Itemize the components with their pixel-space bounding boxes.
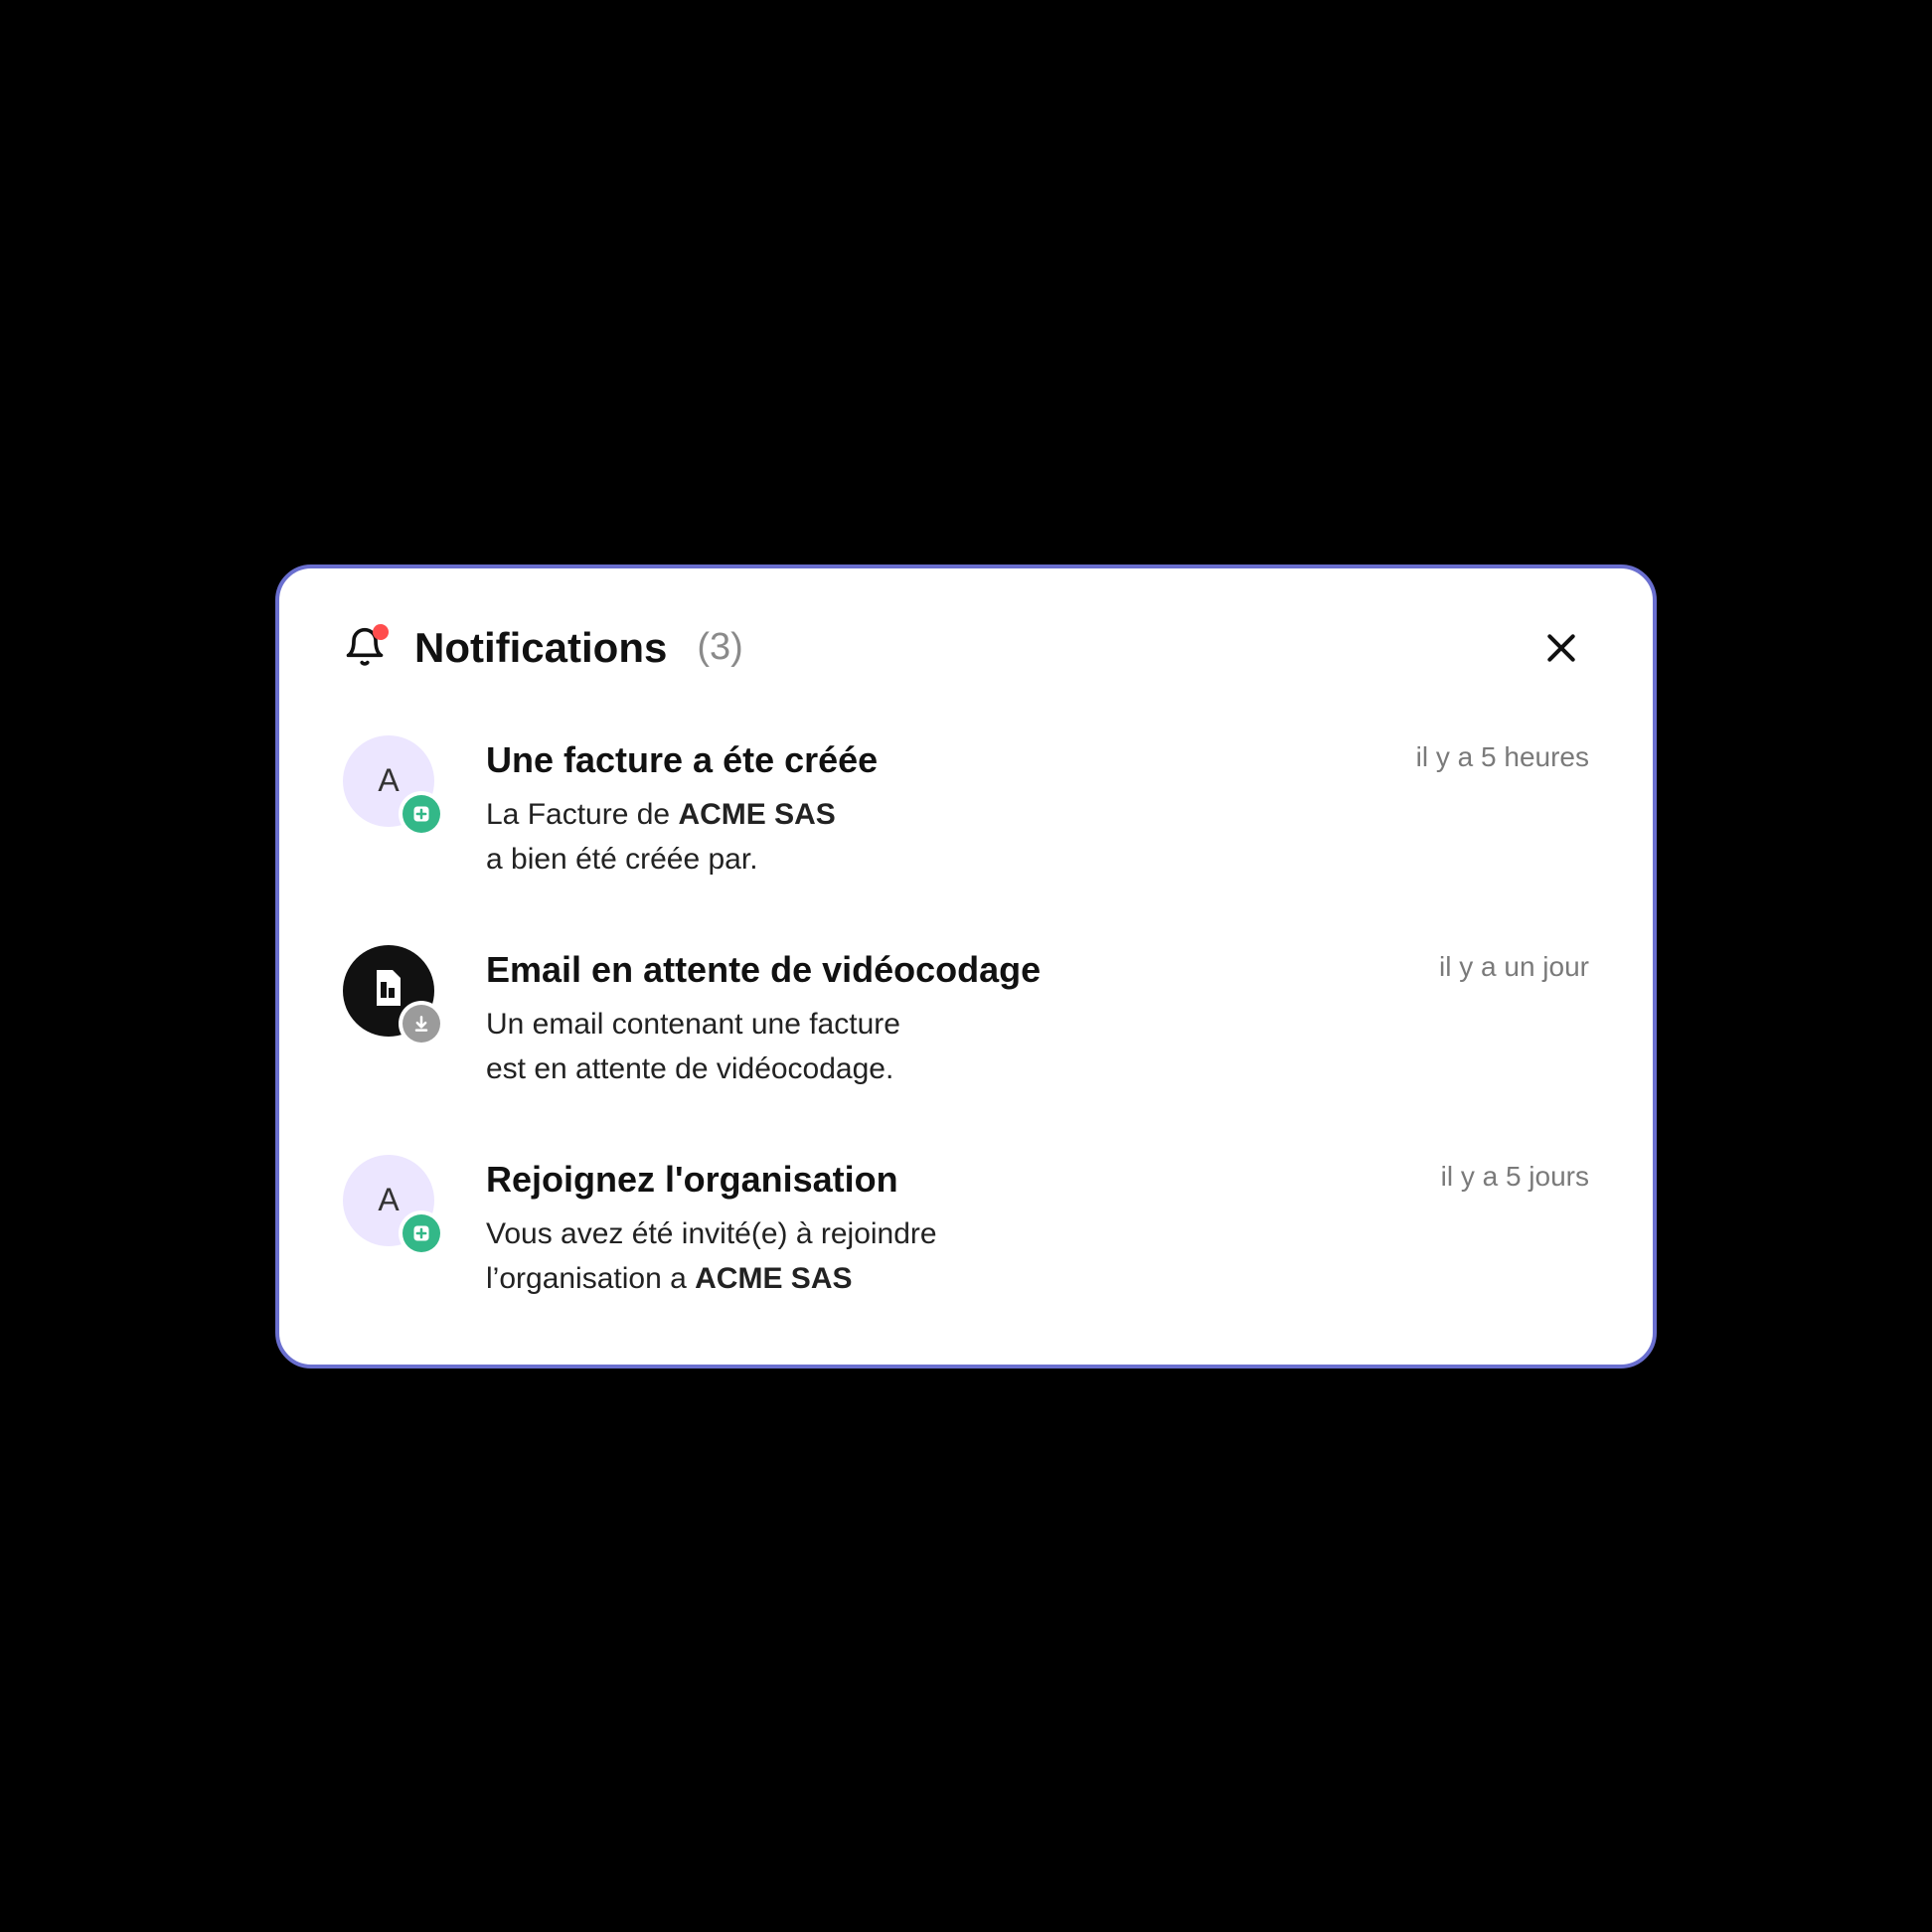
panel-header: Notifications (3) [343,624,1589,672]
notification-body-text: est en attente de vidéocodage. [486,1052,893,1085]
notification-title: Email en attente de vidéocodage [486,947,1415,992]
notification-time: il y a 5 jours [1441,1155,1589,1193]
badge-download-icon [402,1005,440,1043]
notification-content: Email en attente de vidéocodage Un email… [486,945,1415,1091]
notification-time: il y a un jour [1439,945,1589,983]
notification-title: Une facture a éte créée [486,737,1392,782]
avatar: A [343,735,434,827]
bell-icon [343,626,387,670]
notification-content: Une facture a éte créée La Facture de AC… [486,735,1392,882]
notification-body-text: Vous avez été invité(e) à rejoindre [486,1217,937,1250]
notification-list: A Une facture a éte créée La Facture de … [343,735,1589,1301]
close-button[interactable] [1541,624,1589,672]
notifications-panel: Notifications (3) A [275,564,1657,1368]
avatar [343,945,434,1037]
avatar: A [343,1155,434,1246]
notification-body-text: La Facture de [486,798,678,831]
notification-body-text: l’organisation a [486,1262,695,1295]
panel-count: (3) [697,626,742,669]
avatar-letter: A [378,1182,399,1218]
notification-body-text: Un email contenant une facture [486,1008,900,1041]
panel-title: Notifications [414,624,667,672]
notification-body-text: a bien été créée par. [486,843,758,876]
badge-plus-icon [402,795,440,833]
notification-body: Un email contenant une facture est en at… [486,1002,1415,1091]
notification-body: Vous avez été invité(e) à rejoindre l’or… [486,1211,1417,1301]
notification-body-bold: ACME SAS [695,1262,852,1295]
notification-item[interactable]: A Une facture a éte créée La Facture de … [343,735,1589,882]
document-icon [365,964,412,1017]
notification-content: Rejoignez l'organisation Vous avez été i… [486,1155,1417,1301]
close-icon [1541,628,1589,668]
notification-time: il y a 5 heures [1416,735,1589,773]
notification-body-bold: ACME SAS [678,798,835,831]
badge-plus-icon [402,1214,440,1252]
notification-item[interactable]: A Rejoignez l'organisation Vous avez été… [343,1155,1589,1301]
notification-body: La Facture de ACME SAS a bien été créée … [486,792,1392,882]
notification-title: Rejoignez l'organisation [486,1157,1417,1202]
avatar-letter: A [378,762,399,799]
notification-dot-icon [373,624,389,640]
notification-item[interactable]: Email en attente de vidéocodage Un email… [343,945,1589,1091]
